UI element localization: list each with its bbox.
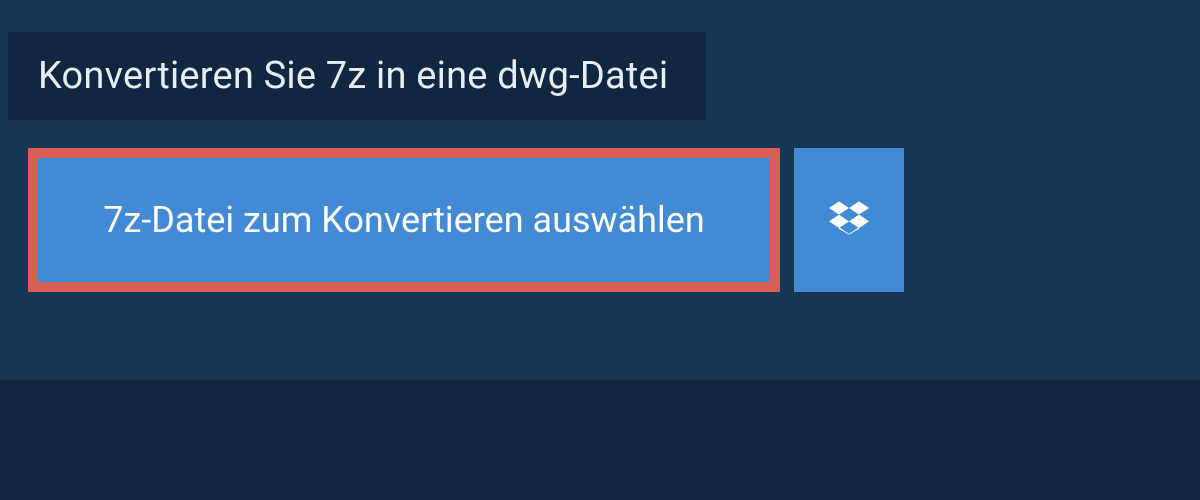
dropbox-button[interactable] [794,148,904,292]
select-file-button[interactable]: 7z-Datei zum Konvertieren auswählen [28,148,780,292]
title-bar: Konvertieren Sie 7z in eine dwg-Datei [8,32,706,120]
page-title: Konvertieren Sie 7z in eine dwg-Datei [38,54,668,98]
action-row: 7z-Datei zum Konvertieren auswählen [28,148,1200,292]
bottom-panel [0,380,1200,500]
dropbox-icon [829,198,869,242]
select-file-label: 7z-Datei zum Konvertieren auswählen [103,199,705,241]
